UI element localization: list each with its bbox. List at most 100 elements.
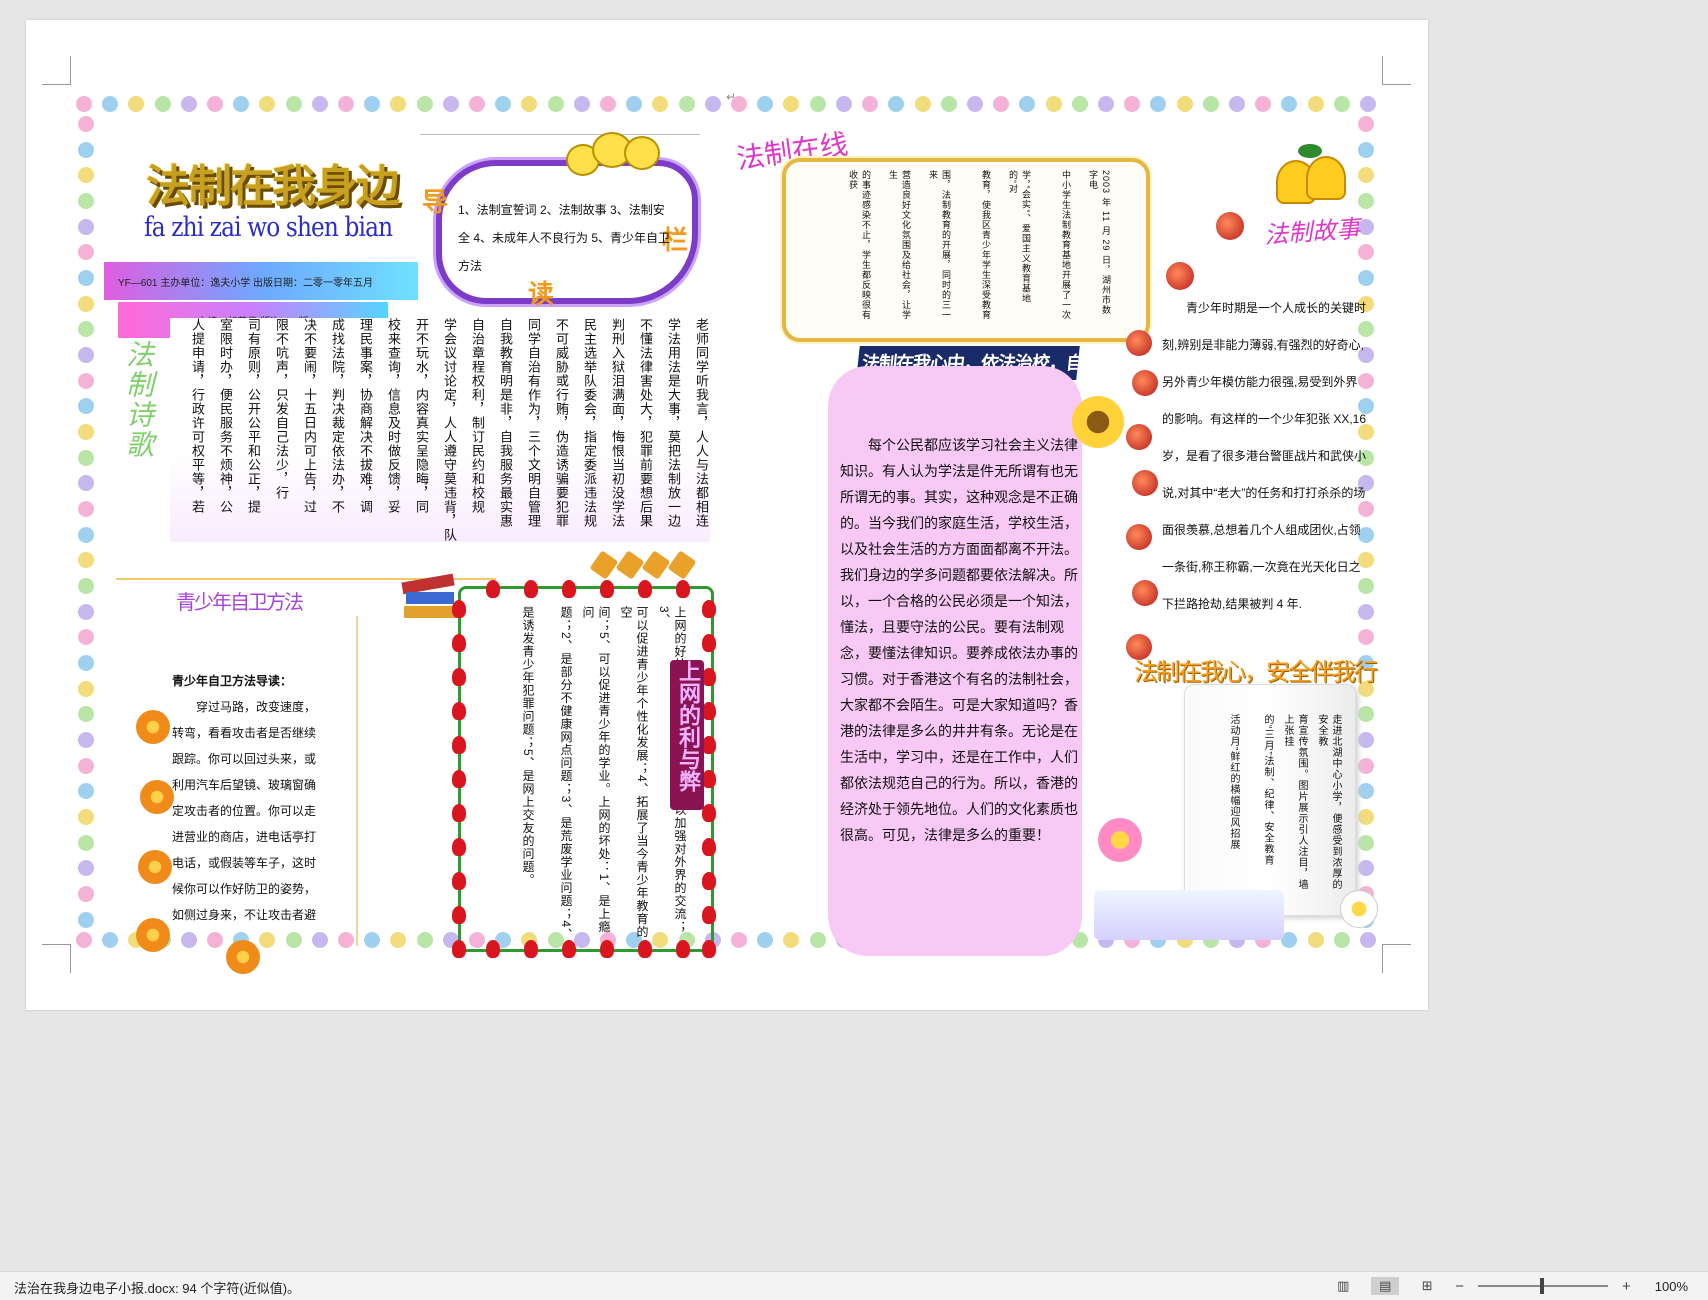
apple-icon bbox=[1126, 330, 1152, 356]
status-doc-info[interactable]: 法治在我身边电子小报.docx: 94 个字符(近似值)。 bbox=[14, 1278, 300, 1297]
orange-flower-icon bbox=[140, 780, 174, 814]
flower-border-left bbox=[76, 116, 96, 928]
zoom-slider-thumb[interactable] bbox=[1539, 1278, 1544, 1294]
text-column: 人提申请，行政许可权平等，若 bbox=[190, 318, 205, 514]
guide-decoration-bubbles bbox=[566, 132, 686, 178]
tulip-icon bbox=[702, 906, 716, 924]
selfdefense-side-rule bbox=[356, 616, 358, 946]
border-flower-icon bbox=[364, 96, 381, 112]
border-flower-icon bbox=[78, 809, 94, 826]
border-flower-icon bbox=[678, 96, 695, 112]
read-mode-button[interactable]: ▥ bbox=[1329, 1277, 1357, 1295]
border-flower-icon bbox=[993, 96, 1010, 112]
info-band-1: YF—601 主办单位：逸夫小学 出版日期：二零一零年五月 bbox=[104, 262, 418, 300]
zoom-slider[interactable] bbox=[1477, 1278, 1608, 1294]
text-column: 2003 年 11 月 29 日，湖州市数字电 bbox=[1088, 170, 1111, 315]
document-page[interactable]: ↵ 法制在我身边 fa zhi zai wo shen bian YF—601 … bbox=[26, 20, 1428, 1010]
text-column: 围，法制教育的开展，同时的三一来 bbox=[928, 170, 951, 320]
text-column: 自治章程权利，制订民约和校规 bbox=[470, 318, 485, 514]
tulip-icon bbox=[562, 580, 576, 598]
zoom-out-button[interactable]: − bbox=[1455, 1278, 1464, 1295]
text-column: 民主选举队委会，指定委派违法规 bbox=[582, 318, 597, 528]
poem-columns: 老师同学听我言，人人与法都相连 学法用法是大事，莫把法制放一边 不懂法律害处大，犯罪… bbox=[170, 318, 710, 542]
zoom-in-button[interactable]: + bbox=[1622, 1278, 1631, 1295]
border-flower-icon bbox=[914, 96, 931, 112]
flower-decoration bbox=[1340, 890, 1378, 928]
border-flower-icon bbox=[285, 96, 302, 112]
border-flower-icon bbox=[495, 96, 512, 112]
text-column: 教育，使我区青少年学生深受教育 bbox=[981, 170, 991, 320]
selfdefense-text: 穿过马路，改变速度，转弯，看看攻击者是否继续跟踪。你可以回过头来，或利用汽车后望… bbox=[172, 700, 317, 922]
border-flower-icon bbox=[285, 932, 302, 948]
apple-icon bbox=[1126, 524, 1152, 550]
border-flower-icon bbox=[809, 932, 826, 948]
border-flower-icon bbox=[1358, 809, 1374, 826]
tulip-icon bbox=[600, 940, 614, 958]
border-flower-icon bbox=[1307, 96, 1324, 112]
border-flower-icon bbox=[731, 932, 748, 948]
border-flower-icon bbox=[547, 96, 564, 112]
tulip-icon bbox=[702, 770, 716, 788]
border-flower-icon bbox=[390, 96, 407, 112]
border-flower-icon bbox=[1359, 932, 1376, 948]
border-flower-icon bbox=[809, 96, 826, 112]
border-flower-icon bbox=[78, 783, 94, 800]
border-flower-icon bbox=[757, 932, 774, 948]
border-flower-icon bbox=[1333, 96, 1350, 112]
tulip-icon bbox=[702, 838, 716, 856]
text-column: 判刑入狱泪满面，悔恨当初没学法 bbox=[610, 318, 625, 528]
border-flower-icon bbox=[521, 96, 538, 112]
border-flower-icon bbox=[416, 96, 433, 112]
border-flower-icon bbox=[1228, 96, 1245, 112]
border-flower-icon bbox=[78, 578, 94, 595]
border-flower-icon bbox=[78, 834, 94, 851]
tulip-icon bbox=[452, 600, 466, 618]
border-flower-icon bbox=[757, 96, 774, 112]
border-flower-icon bbox=[78, 167, 94, 184]
internet-heading: 上网的利与弊 bbox=[670, 660, 704, 810]
apple-icon bbox=[1132, 470, 1158, 496]
zoom-level[interactable]: 100% bbox=[1655, 1279, 1688, 1294]
cartoon-children-decoration bbox=[1094, 890, 1284, 940]
border-flower-icon bbox=[1358, 193, 1374, 210]
apple-icon bbox=[1132, 370, 1158, 396]
text-column: 限不吭声，只发自己法少，行 bbox=[274, 318, 289, 500]
border-flower-icon bbox=[76, 932, 92, 948]
border-flower-icon bbox=[1358, 757, 1374, 774]
text-column: 中小学生法制教育基地开展了一次 bbox=[1061, 170, 1071, 320]
text-column: 走进北湖中心小学，便感受到浓厚的安全教 bbox=[1316, 714, 1341, 890]
border-flower-icon bbox=[940, 96, 957, 112]
orange-flower-icon bbox=[138, 850, 172, 884]
crop-mark-top-right bbox=[1382, 56, 1411, 85]
web-layout-button[interactable]: ⊞ bbox=[1413, 1277, 1441, 1295]
border-flower-icon bbox=[469, 96, 486, 112]
status-bar: 法治在我身边电子小报.docx: 94 个字符(近似值)。 ▥ ▤ ⊞ − + … bbox=[0, 1271, 1708, 1300]
text-column: 的事迹感染不止，学生都反映很有收获 bbox=[848, 170, 871, 320]
border-flower-icon bbox=[78, 911, 94, 928]
text-column: 不可威胁或行贿，伪造诱骗要犯罪 bbox=[554, 318, 569, 528]
border-flower-icon bbox=[311, 932, 328, 948]
tulip-icon bbox=[452, 804, 466, 822]
tulip-icon bbox=[702, 668, 716, 686]
border-flower-icon bbox=[102, 96, 119, 112]
masthead-title: 法制在我身边 bbox=[146, 161, 400, 212]
border-flower-icon bbox=[180, 96, 197, 112]
tulip-icon bbox=[702, 634, 716, 652]
tulip-icon bbox=[702, 736, 716, 754]
border-flower-icon bbox=[311, 96, 328, 112]
text-column: 间；5、可以促进青少年的学业。上网的坏处：1、是上瘾问 bbox=[581, 606, 611, 934]
border-flower-icon bbox=[1358, 244, 1374, 261]
border-flower-icon bbox=[259, 96, 276, 112]
status-right-controls: ▥ ▤ ⊞ − + 100% bbox=[1329, 1277, 1696, 1295]
books-decoration bbox=[401, 570, 458, 628]
border-flower-icon bbox=[888, 96, 905, 112]
border-flower-icon bbox=[78, 398, 94, 415]
internet-columns: 上网的好处：1、开阔视野；2、可以加强对外界的交流；3、可以促进青少年个性化发展… bbox=[488, 606, 688, 942]
print-layout-button[interactable]: ▤ bbox=[1371, 1277, 1400, 1295]
tulip-icon bbox=[638, 580, 652, 598]
border-flower-icon bbox=[207, 932, 224, 948]
border-flower-icon bbox=[78, 372, 94, 389]
poem-heading: 法制诗歌 bbox=[122, 340, 155, 460]
border-flower-icon bbox=[626, 96, 643, 112]
masthead-pinyin: fa zhi zai wo shen bian bbox=[144, 212, 393, 243]
